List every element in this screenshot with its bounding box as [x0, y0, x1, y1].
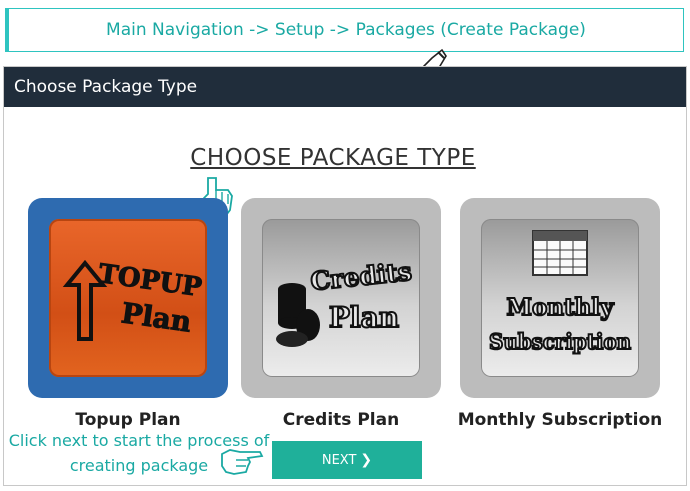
topup-plan-image: TOPUP Plan — [49, 219, 207, 377]
topup-art-line1: TOPUP — [97, 259, 204, 303]
monthly-subscription-label: Monthly Subscription — [457, 410, 663, 430]
package-card-topup[interactable]: TOPUP Plan — [28, 198, 228, 398]
page-title: CHOOSE PACKAGE TYPE — [190, 145, 476, 171]
credits-plan-image: Credits Plan — [262, 219, 420, 377]
credits-art-line2: Plan — [329, 301, 399, 334]
breadcrumb-text: Main Navigation -> Setup -> Packages (Cr… — [106, 20, 586, 40]
chevron-right-icon: ❯ — [360, 452, 373, 468]
topup-plan-label: Topup Plan — [75, 410, 181, 430]
next-button-label: NEXT — [321, 452, 357, 468]
topup-arrow-icon: TOPUP Plan — [62, 259, 204, 341]
monthly-art-line1: Monthly — [507, 294, 615, 321]
next-button[interactable]: NEXT ❯ — [272, 441, 422, 479]
panel-header: Choose Package Type — [4, 67, 686, 107]
credits-plan-label: Credits Plan — [282, 410, 400, 430]
coins-stack-icon: Credits Plan — [276, 256, 414, 347]
pointing-hand-right-icon — [221, 449, 264, 475]
topup-art-line2: Plan — [119, 296, 193, 338]
breadcrumb: Main Navigation -> Setup -> Packages (Cr… — [5, 8, 684, 52]
package-card-credits[interactable]: Credits Plan — [241, 198, 441, 398]
monthly-art-line2: Subscription — [489, 329, 631, 354]
monthly-subscription-image: Monthly Subscription — [481, 219, 639, 377]
credits-art-line1: Credits — [309, 257, 413, 296]
package-card-monthly[interactable]: Monthly Subscription — [460, 198, 660, 398]
panel-title: Choose Package Type — [14, 77, 198, 97]
calendar-icon: Monthly Subscription — [488, 230, 632, 355]
